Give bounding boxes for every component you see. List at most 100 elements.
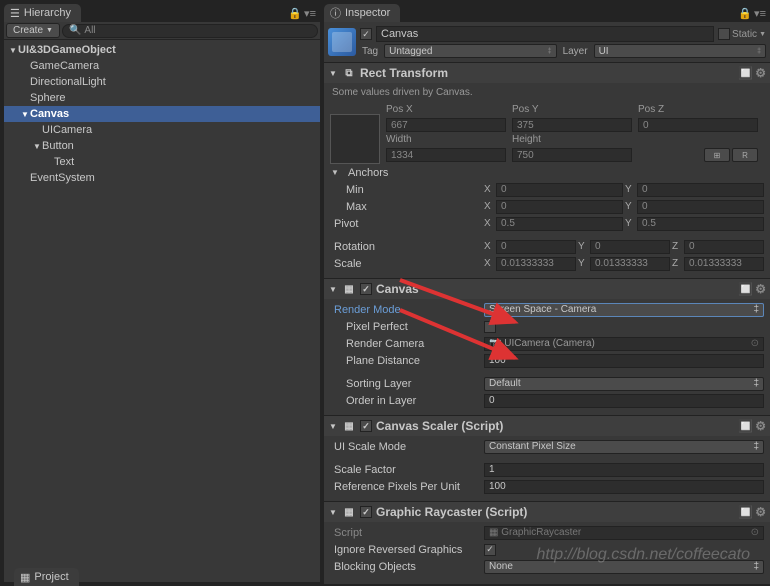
render-mode-dropdown[interactable]: Screen Space - Camera‡ [484, 303, 764, 317]
ignore-reversed-checkbox[interactable]: ✓ [484, 544, 496, 556]
project-tab[interactable]: ▦ Project [14, 568, 79, 586]
scale-x-field[interactable]: 0.01333333 [496, 257, 576, 271]
posx-field[interactable]: 667 [386, 118, 506, 132]
script-label: Script [330, 527, 480, 539]
component-header[interactable]: ▼ ▦ ✓ Canvas 🔲⚙ [324, 279, 770, 299]
enable-checkbox[interactable]: ✓ [360, 506, 372, 518]
expand-icon[interactable]: ▼ [20, 110, 30, 119]
scale-y-field[interactable]: 0.01333333 [590, 257, 670, 271]
component-header[interactable]: ▼ ⧉ Rect Transform 🔲⚙ [324, 63, 770, 83]
object-picker-icon[interactable]: ⊙ [751, 527, 759, 538]
expand-icon[interactable]: ▼ [32, 142, 42, 151]
max-y-field[interactable]: 0 [637, 200, 764, 214]
tree-item[interactable]: ▼UI&3DGameObject [4, 42, 320, 58]
scale-z-field[interactable]: 0.01333333 [684, 257, 764, 271]
pivot-y-field[interactable]: 0.5 [637, 217, 764, 231]
ref-pixels-field[interactable]: 100 [484, 480, 764, 494]
sorting-layer-dropdown[interactable]: Default‡ [484, 377, 764, 391]
max-label: Max [330, 201, 480, 213]
rot-z-field[interactable]: 0 [684, 240, 764, 254]
tree-item[interactable]: EventSystem [4, 170, 320, 186]
inspector-tab[interactable]: ⓘ Inspector [324, 4, 400, 22]
tree-item[interactable]: Text [4, 154, 320, 170]
raw-edit-button[interactable]: R [732, 148, 758, 162]
help-icon[interactable]: 🔲 [738, 66, 753, 80]
help-icon[interactable]: 🔲 [738, 419, 753, 433]
gameobject-icon [328, 28, 356, 56]
min-x-field[interactable]: 0 [496, 183, 623, 197]
tree-item[interactable]: DirectionalLight [4, 74, 320, 90]
pixel-perfect-checkbox[interactable] [484, 321, 496, 333]
tab-menu-icon[interactable]: ▾≡ [754, 7, 766, 20]
order-in-layer-field[interactable]: 0 [484, 394, 764, 408]
component-header[interactable]: ▼ ▦ ✓ Canvas Scaler (Script) 🔲⚙ [324, 416, 770, 436]
gear-icon[interactable]: ⚙ [755, 66, 766, 80]
render-camera-field[interactable]: 📷 UICamera (Camera)⊙ [484, 337, 764, 351]
min-y-field[interactable]: 0 [637, 183, 764, 197]
anchors-label: Anchors [344, 167, 484, 179]
ui-scale-mode-dropdown[interactable]: Constant Pixel Size‡ [484, 440, 764, 454]
tree-item[interactable]: ▼Button [4, 138, 320, 154]
tag-dropdown[interactable]: Untagged‡ [384, 44, 556, 58]
render-camera-label: Render Camera [330, 338, 480, 350]
tag-label: Tag [360, 46, 380, 57]
inspector-panel: ⓘ Inspector 🔒 ▾≡ ✓ Canvas Static ▼ [324, 4, 770, 584]
lock-icon[interactable]: 🔒 [288, 7, 302, 20]
chevron-down-icon[interactable]: ▼ [759, 31, 766, 38]
chevron-down-icon: ‡ [753, 304, 759, 315]
pivot-x-field[interactable]: 0.5 [496, 217, 623, 231]
collapse-icon[interactable]: ▼ [328, 285, 338, 294]
search-placeholder: All [84, 25, 95, 36]
gear-icon[interactable]: ⚙ [755, 282, 766, 296]
gear-icon[interactable]: ⚙ [755, 419, 766, 433]
collapse-icon[interactable]: ▼ [328, 422, 338, 431]
project-tab-label: Project [34, 571, 68, 583]
tree-item[interactable]: Sphere [4, 90, 320, 106]
hierarchy-tab-label: Hierarchy [24, 7, 71, 19]
component-header[interactable]: ▼ ▦ ✓ Graphic Raycaster (Script) 🔲⚙ [324, 502, 770, 522]
lock-icon[interactable]: 🔒 [738, 7, 752, 20]
search-input[interactable]: 🔍 All [62, 24, 318, 38]
enable-checkbox[interactable]: ✓ [360, 420, 372, 432]
canvas-component: ▼ ▦ ✓ Canvas 🔲⚙ Render ModeScreen Space … [324, 278, 770, 415]
chevron-down-icon: ‡ [753, 561, 759, 572]
chevron-down-icon: ‡ [548, 48, 552, 55]
tree-item[interactable]: UICamera [4, 122, 320, 138]
static-checkbox[interactable] [718, 28, 730, 40]
tree-item-selected[interactable]: ▼Canvas [4, 106, 320, 122]
height-field[interactable]: 750 [512, 148, 632, 162]
gameobject-name-input[interactable]: Canvas [376, 26, 714, 42]
anchor-preset-button[interactable] [330, 114, 380, 164]
scale-label: Scale [330, 258, 480, 270]
help-icon[interactable]: 🔲 [738, 505, 753, 519]
search-icon: 🔍 [69, 25, 81, 36]
script-file-icon: ▦ [489, 527, 498, 538]
script-icon: ▦ [342, 419, 356, 433]
expand-icon[interactable]: ▼ [8, 46, 18, 55]
enable-checkbox[interactable]: ✓ [360, 283, 372, 295]
max-x-field[interactable]: 0 [496, 200, 623, 214]
tree-label: UI&3DGameObject [18, 44, 116, 56]
help-icon[interactable]: 🔲 [738, 282, 753, 296]
width-field[interactable]: 1334 [386, 148, 506, 162]
rot-x-field[interactable]: 0 [496, 240, 576, 254]
object-picker-icon[interactable]: ⊙ [751, 338, 759, 349]
tree-item[interactable]: GameCamera [4, 58, 320, 74]
gameobject-name: Canvas [381, 28, 418, 40]
gear-icon[interactable]: ⚙ [755, 505, 766, 519]
tab-menu-icon[interactable]: ▾≡ [304, 7, 316, 20]
collapse-icon[interactable]: ▼ [328, 508, 338, 517]
create-button[interactable]: Create ▼ [6, 23, 60, 38]
plane-distance-field[interactable]: 100 [484, 354, 764, 368]
collapse-icon[interactable]: ▼ [328, 69, 338, 78]
tree-label: Text [54, 156, 74, 168]
expand-icon[interactable]: ▼ [330, 168, 340, 177]
hierarchy-tab[interactable]: ☰ Hierarchy [4, 4, 81, 22]
layer-dropdown[interactable]: UI‡ [594, 44, 766, 58]
blueprint-mode-button[interactable]: ⊞ [704, 148, 730, 162]
posz-field[interactable]: 0 [638, 118, 758, 132]
scale-factor-field[interactable]: 1 [484, 463, 764, 477]
rot-y-field[interactable]: 0 [590, 240, 670, 254]
active-checkbox[interactable]: ✓ [360, 28, 372, 40]
posy-field[interactable]: 375 [512, 118, 632, 132]
